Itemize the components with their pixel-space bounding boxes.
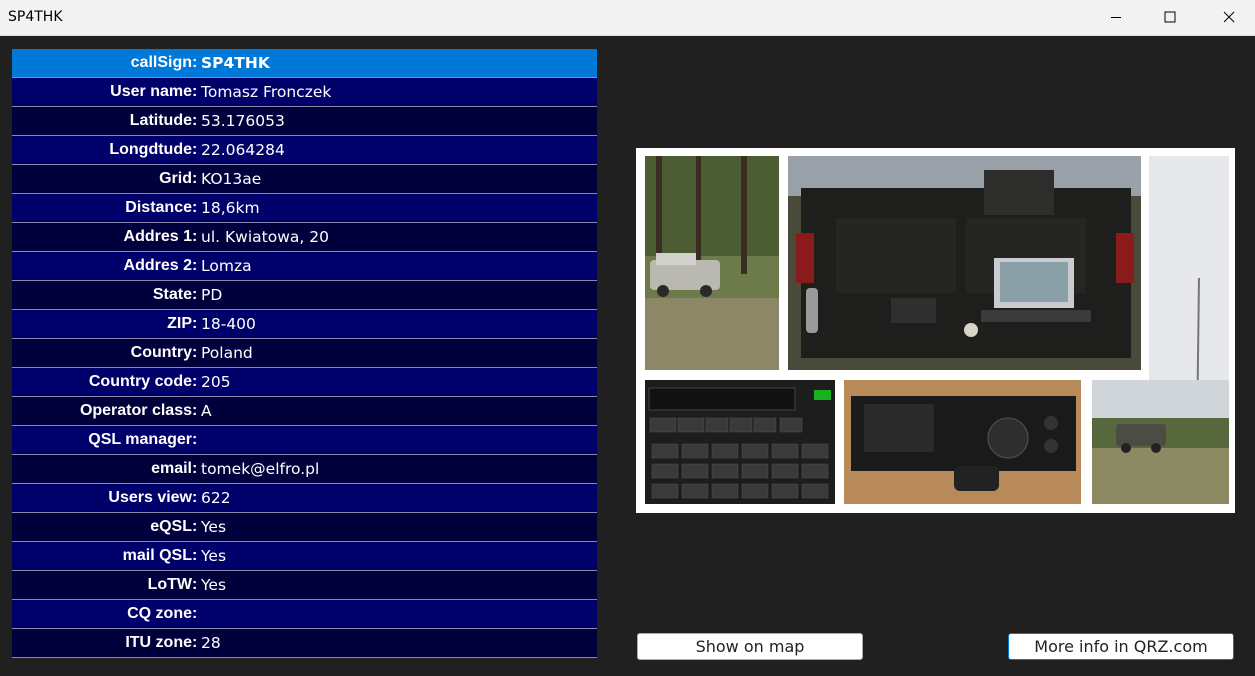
- table-row[interactable]: ZIP:18-400: [12, 310, 597, 339]
- field-separator: :: [192, 228, 198, 245]
- field-label: callSign: [130, 54, 192, 71]
- field-value: Yes: [201, 547, 227, 565]
- field-label: Addres 1: [123, 228, 192, 245]
- maximize-button[interactable]: [1147, 0, 1193, 34]
- field-value: 622: [201, 489, 231, 507]
- table-row[interactable]: Country code:205: [12, 368, 597, 397]
- field-separator: :: [192, 402, 198, 419]
- field-label: Latitude: [129, 112, 192, 129]
- field-separator: :: [192, 634, 198, 651]
- field-label: Distance: [125, 199, 192, 216]
- field-label: Longdtude: [109, 141, 192, 158]
- table-row[interactable]: QSL manager:: [12, 426, 597, 455]
- field-value: Poland: [201, 344, 253, 362]
- field-label: Addres 2: [123, 257, 192, 274]
- field-separator: :: [192, 170, 198, 187]
- field-separator: :: [192, 344, 198, 361]
- table-row[interactable]: Addres 1: ul. Kwiatowa, 20: [12, 223, 597, 252]
- field-separator: :: [192, 83, 198, 100]
- field-label: eQSL: [150, 518, 192, 535]
- field-value: Yes: [201, 576, 227, 594]
- field-label: Grid: [159, 170, 192, 187]
- field-separator: :: [192, 431, 198, 448]
- table-row[interactable]: callSign: SP4THK: [12, 49, 597, 78]
- field-value: 22.064284: [201, 141, 285, 159]
- table-row[interactable]: User name: Tomasz Fronczek: [12, 78, 597, 107]
- field-separator: :: [192, 576, 198, 593]
- table-row[interactable]: Grid: KO13ae: [12, 165, 597, 194]
- field-value: 18,6km: [201, 199, 260, 217]
- table-row[interactable]: Distance:18,6km: [12, 194, 597, 223]
- field-value: ul. Kwiatowa, 20: [201, 228, 329, 246]
- table-row[interactable]: Longdtude:22.064284: [12, 136, 597, 165]
- field-label: Country: [130, 344, 192, 361]
- table-row[interactable]: CQ zone:: [12, 600, 597, 629]
- field-label: LoTW: [147, 576, 192, 593]
- field-value: SP4THK: [201, 54, 270, 72]
- table-row[interactable]: ITU zone:28: [12, 629, 597, 658]
- field-value: 53.176053: [201, 112, 285, 130]
- title-bar: SP4THK: [0, 0, 1255, 36]
- table-row[interactable]: Latitude:53.176053: [12, 107, 597, 136]
- field-value: Tomasz Fronczek: [201, 83, 332, 101]
- table-row[interactable]: eQSL: Yes: [12, 513, 597, 542]
- field-separator: :: [192, 257, 198, 274]
- table-row[interactable]: Addres 2: Lomza: [12, 252, 597, 281]
- field-value: A: [201, 402, 212, 420]
- field-label: ZIP: [167, 315, 192, 332]
- field-separator: :: [192, 315, 198, 332]
- field-separator: :: [192, 54, 198, 71]
- field-value: Yes: [201, 518, 227, 536]
- field-label: email: [151, 460, 192, 477]
- field-separator: :: [192, 518, 198, 535]
- table-row[interactable]: email: tomek@elfro.pl: [12, 455, 597, 484]
- field-value: tomek@elfro.pl: [201, 460, 320, 478]
- table-row[interactable]: mail QSL: Yes: [12, 542, 597, 571]
- field-label: Country code: [88, 373, 192, 390]
- field-separator: :: [192, 460, 198, 477]
- field-separator: :: [192, 605, 198, 622]
- field-label: User name: [110, 83, 192, 100]
- close-button[interactable]: [1206, 0, 1252, 34]
- field-value: PD: [201, 286, 223, 304]
- field-label: State: [152, 286, 192, 303]
- field-separator: :: [192, 286, 198, 303]
- field-separator: :: [192, 373, 198, 390]
- field-value: Lomza: [201, 257, 252, 275]
- station-photo: [636, 148, 1235, 513]
- field-separator: :: [192, 199, 198, 216]
- field-value: 18-400: [201, 315, 256, 333]
- field-label: QSL manager: [88, 431, 192, 448]
- field-label: ITU zone: [125, 634, 192, 651]
- table-row[interactable]: State: PD: [12, 281, 597, 310]
- field-label: Operator class: [79, 402, 192, 419]
- field-separator: :: [192, 112, 198, 129]
- table-row[interactable]: Operator class: A: [12, 397, 597, 426]
- field-label: mail QSL: [122, 547, 192, 564]
- table-row[interactable]: Country: Poland: [12, 339, 597, 368]
- field-value: 28: [201, 634, 221, 652]
- field-value: KO13ae: [201, 170, 262, 188]
- field-label: Users view: [108, 489, 192, 506]
- table-row[interactable]: Users view:622: [12, 484, 597, 513]
- table-row[interactable]: LoTW: Yes: [12, 571, 597, 600]
- field-separator: :: [192, 489, 198, 506]
- info-table: callSign: SP4THK User name: Tomasz Fronczek…: [12, 49, 597, 658]
- close-icon: [1223, 11, 1235, 23]
- minimize-icon: [1111, 17, 1121, 18]
- field-separator: :: [192, 547, 198, 564]
- field-value: 205: [201, 373, 231, 391]
- field-separator: :: [192, 141, 198, 158]
- show-on-map-button[interactable]: Show on map: [637, 633, 863, 660]
- field-label: CQ zone: [127, 605, 192, 622]
- maximize-icon: [1164, 11, 1176, 23]
- more-info-qrz-button[interactable]: More info in QRZ.com: [1008, 633, 1234, 660]
- window-title: SP4THK: [8, 9, 63, 25]
- minimize-button[interactable]: [1093, 0, 1139, 34]
